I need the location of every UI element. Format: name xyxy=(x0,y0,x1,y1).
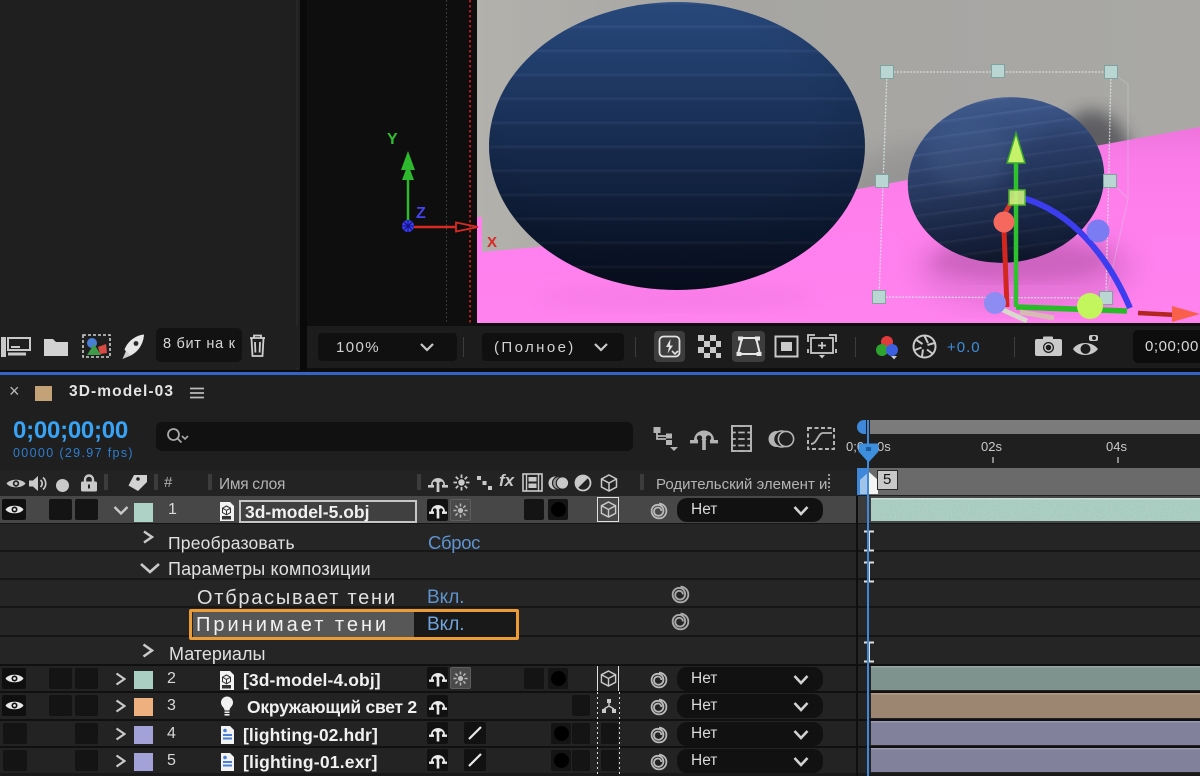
svg-text:X: X xyxy=(487,234,497,251)
svg-text:Y: Y xyxy=(387,131,398,148)
svg-text:Z: Z xyxy=(416,205,426,222)
